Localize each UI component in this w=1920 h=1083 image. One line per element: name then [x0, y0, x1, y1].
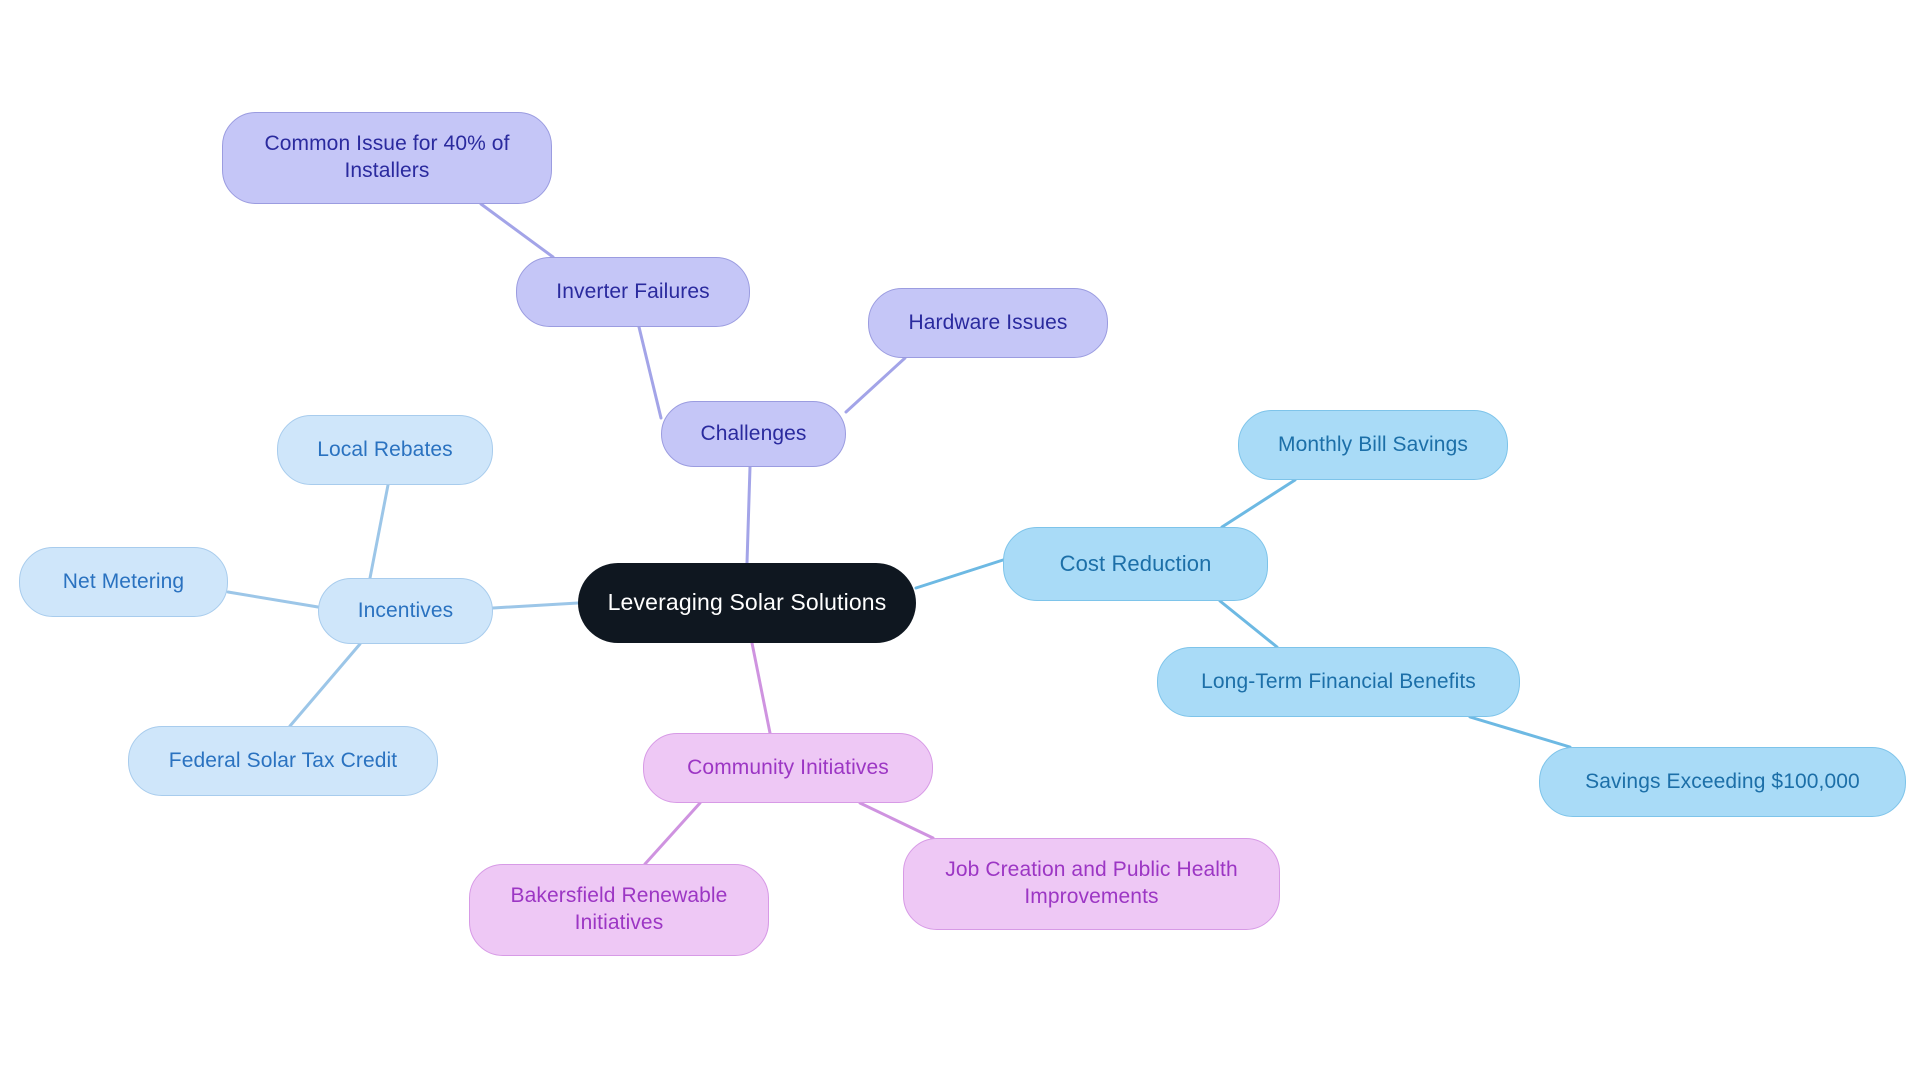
node-cost-reduction[interactable]: Cost Reduction [1003, 527, 1268, 601]
edge-challenges-to-hardware_issues [844, 356, 907, 414]
edge-long_term_benefits-to-savings_exceeding [1468, 715, 1572, 749]
node-savings-exceeding-100000[interactable]: Savings Exceeding $100,000 [1539, 747, 1906, 817]
edge-root-to-community_initiatives [750, 641, 772, 735]
node-job-creation-public-health[interactable]: Job Creation and Public Health Improveme… [903, 838, 1280, 930]
edge-root-to-incentives [491, 601, 580, 610]
edge-inverter_failures-to-common_issue [479, 202, 555, 259]
mindmap-canvas: Leveraging Solar Solutions Challenges Inve… [0, 0, 1920, 1083]
node-federal-solar-tax-credit[interactable]: Federal Solar Tax Credit [128, 726, 438, 796]
edge-cost_reduction-to-long_term_benefits [1218, 599, 1279, 649]
node-net-metering[interactable]: Net Metering [19, 547, 228, 617]
node-bakersfield-renewable-initiatives[interactable]: Bakersfield Renewable Initiatives [469, 864, 769, 956]
node-monthly-bill-savings[interactable]: Monthly Bill Savings [1238, 410, 1508, 480]
edge-community_initiatives-to-job_creation [858, 801, 935, 840]
node-challenges[interactable]: Challenges [661, 401, 846, 467]
edge-incentives-to-local_rebates [368, 483, 390, 580]
edge-root-to-challenges [745, 465, 752, 565]
node-hardware-issues[interactable]: Hardware Issues [868, 288, 1108, 358]
node-inverter-failures[interactable]: Inverter Failures [516, 257, 750, 327]
node-community-initiatives[interactable]: Community Initiatives [643, 733, 933, 803]
node-long-term-financial-benefits[interactable]: Long-Term Financial Benefits [1157, 647, 1520, 717]
node-incentives[interactable]: Incentives [318, 578, 493, 644]
edge-incentives-to-net_metering [226, 590, 320, 609]
edge-challenges-to-inverter_failures [637, 325, 663, 420]
edge-cost_reduction-to-monthly_bill_savings [1220, 478, 1297, 529]
node-root[interactable]: Leveraging Solar Solutions [578, 563, 916, 643]
node-local-rebates[interactable]: Local Rebates [277, 415, 493, 485]
edge-community_initiatives-to-bakersfield [643, 801, 702, 866]
edge-root-to-cost_reduction [914, 558, 1005, 590]
edge-incentives-to-federal_tax_credit [288, 642, 362, 728]
node-common-issue-40-percent[interactable]: Common Issue for 40% of Installers [222, 112, 552, 204]
